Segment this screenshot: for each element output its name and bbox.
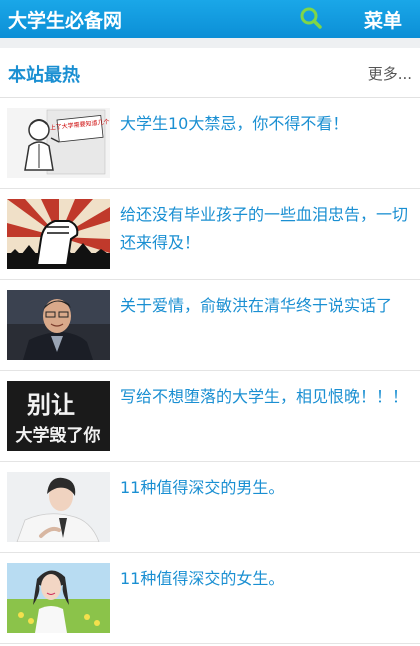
article-title[interactable]: 关于爱情，俞敏洪在清华终于说实话了 — [120, 292, 408, 320]
site-title[interactable]: 大学生必备网 — [8, 6, 122, 33]
article-title[interactable]: 大学生10大禁忌，你不得不看！ — [120, 110, 408, 138]
article-title[interactable]: 给还没有毕业孩子的一些血泪忠告，一切还来得及！ — [120, 201, 408, 257]
thumbnail-caption-line1: 别让 — [26, 391, 75, 419]
search-icon[interactable] — [298, 5, 324, 31]
article-thumbnail[interactable]: 上了大学需要知道几个 — [7, 108, 110, 178]
article-item[interactable]: 别让 大学毁了你 写给不想堕落的大学生，相见恨晚！！！ — [0, 371, 420, 462]
article-item[interactable]: 关于爱情，俞敏洪在清华终于说实话了 — [0, 280, 420, 371]
section-title: 本站最热 — [8, 65, 80, 86]
header-spacer — [0, 38, 420, 48]
article-title[interactable]: 11种值得深交的女生。 — [120, 565, 408, 593]
article-title[interactable]: 写给不想堕落的大学生，相见恨晚！！！ — [120, 383, 408, 411]
top-bar: 大学生必备网 菜单 — [0, 0, 420, 38]
thumbnail-caption-line2: 大学毁了你 — [16, 425, 101, 446]
article-thumbnail[interactable] — [7, 199, 110, 269]
article-title[interactable]: 11种值得深交的男生。 — [120, 474, 408, 502]
article-item[interactable]: 11种值得深交的男生。 — [0, 462, 420, 553]
article-thumbnail[interactable]: 别让 大学毁了你 — [7, 381, 110, 451]
article-thumbnail[interactable] — [7, 563, 110, 633]
article-thumbnail[interactable] — [7, 472, 110, 542]
article-item[interactable]: 11种值得深交的女生。 — [0, 553, 420, 644]
more-link[interactable]: 更多... — [368, 63, 412, 84]
article-item[interactable]: 上了大学需要知道几个 大学生10大禁忌，你不得不看！ — [0, 98, 420, 189]
menu-button[interactable]: 菜单 — [364, 6, 402, 33]
article-thumbnail[interactable] — [7, 290, 110, 360]
article-item[interactable]: 给还没有毕业孩子的一些血泪忠告，一切还来得及！ — [0, 189, 420, 280]
article-list: 上了大学需要知道几个 大学生10大禁忌，你不得不看！ 给还没有毕业孩子的一些血泪… — [0, 98, 420, 644]
section-header: 本站最热 更多... — [0, 48, 420, 98]
